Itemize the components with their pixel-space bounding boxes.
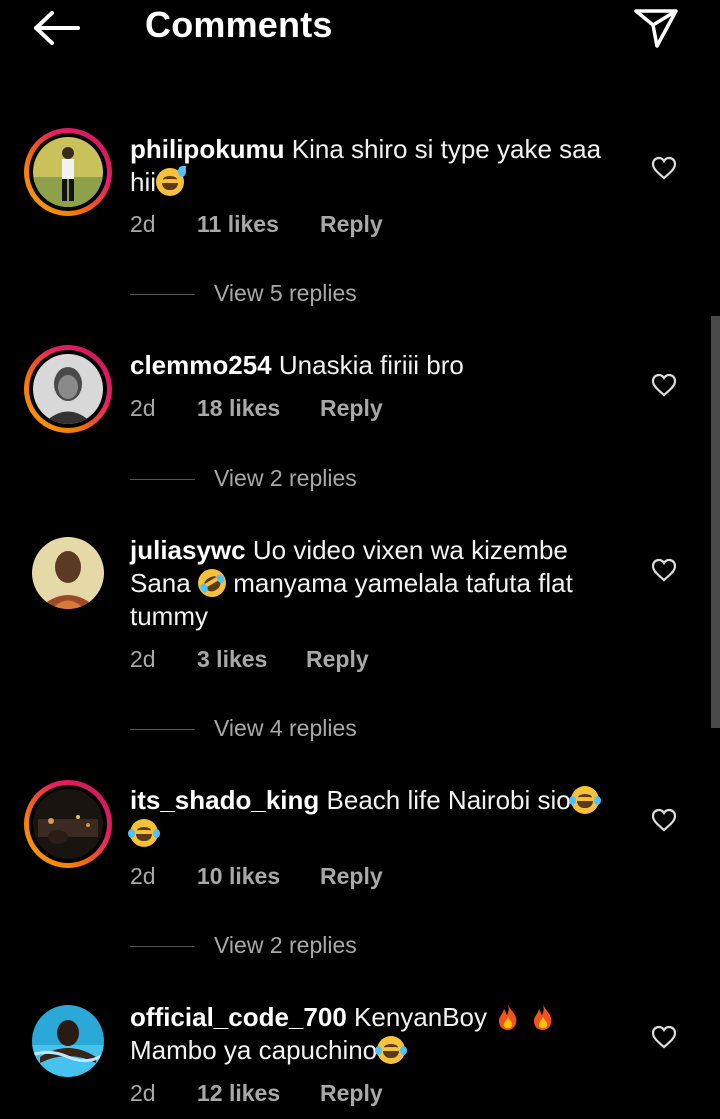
reply-button[interactable]: Reply <box>320 863 383 890</box>
username[interactable]: philipokumu <box>130 134 285 164</box>
comment-body: Unaskia firiii bro <box>278 350 464 380</box>
comment-body: KenyanBoy <box>354 1002 487 1032</box>
arrow-left-icon <box>34 11 80 45</box>
comment-text: its_shado_king Beach life Nairobi sio <box>128 784 630 850</box>
divider <box>130 729 195 730</box>
heart-icon[interactable] <box>651 558 677 582</box>
avatar[interactable] <box>24 780 112 868</box>
paper-plane-icon <box>634 9 678 48</box>
reply-button[interactable]: Reply <box>306 646 369 673</box>
face-with-tears-of-joy-icon <box>128 819 160 847</box>
avatar[interactable] <box>32 537 104 609</box>
page-title: Comments <box>145 4 333 45</box>
heart-icon[interactable] <box>651 156 677 180</box>
reply-button[interactable]: Reply <box>320 1080 383 1107</box>
comment-time: 2d <box>130 863 156 889</box>
comment-time: 2d <box>130 1080 156 1106</box>
likes-count[interactable]: 18 likes <box>197 395 280 422</box>
reply-button[interactable]: Reply <box>320 395 383 422</box>
heart-icon[interactable] <box>651 1025 677 1049</box>
username[interactable]: clemmo254 <box>130 350 272 380</box>
scrollbar[interactable] <box>711 316 720 728</box>
view-replies-label: View 2 replies <box>214 932 357 958</box>
comment-body-continued: manyama yamelala tafuta flat tummy <box>130 568 573 631</box>
username[interactable]: juliasywc <box>130 535 246 565</box>
fire-emoji-icon <box>499 1004 517 1030</box>
likes-count[interactable]: 12 likes <box>197 1080 280 1107</box>
comment-text: official_code_700 KenyanBoy Mambo ya cap… <box>130 1001 630 1067</box>
divider <box>130 294 195 295</box>
face-with-tears-of-joy-icon <box>568 786 601 814</box>
fire-emoji-icon <box>534 1004 552 1030</box>
comment-body: Beach life Nairobi sio <box>326 785 571 815</box>
username[interactable]: official_code_700 <box>130 1002 347 1032</box>
comment-text: clemmo254 Unaskia firiii bro <box>130 349 630 382</box>
likes-count[interactable]: 10 likes <box>197 863 280 890</box>
comment-body-continued: Mambo ya capuchino <box>130 1035 378 1065</box>
back-button[interactable] <box>30 6 82 50</box>
comment-time: 2d <box>130 646 156 672</box>
view-replies-label: View 5 replies <box>214 280 357 306</box>
divider <box>130 946 195 947</box>
comment-time: 2d <box>130 395 156 421</box>
header-bar: Comments <box>0 0 720 60</box>
rolling-laughing-emoji-icon <box>192 563 232 603</box>
comment-time: 2d <box>130 211 156 237</box>
heart-icon[interactable] <box>651 808 677 832</box>
share-button[interactable] <box>630 4 682 52</box>
comment-text: philipokumu Kina shiro si type yake saa … <box>130 133 630 199</box>
face-with-tears-of-joy-icon <box>375 1036 408 1064</box>
reply-button[interactable]: Reply <box>320 211 383 238</box>
heart-icon[interactable] <box>651 373 677 397</box>
likes-count[interactable]: 3 likes <box>197 646 267 673</box>
avatar[interactable] <box>24 128 112 216</box>
divider <box>130 479 195 480</box>
avatar[interactable] <box>32 1005 104 1077</box>
username[interactable]: its_shado_king <box>130 785 319 815</box>
avatar[interactable] <box>24 345 112 433</box>
comment-text: juliasywc Uo video vixen wa kizembe Sana… <box>130 534 630 633</box>
view-replies-label: View 2 replies <box>214 465 357 491</box>
view-replies-label: View 4 replies <box>214 715 357 741</box>
grinning-sweat-emoji-icon <box>156 166 187 196</box>
likes-count[interactable]: 11 likes <box>197 211 279 238</box>
